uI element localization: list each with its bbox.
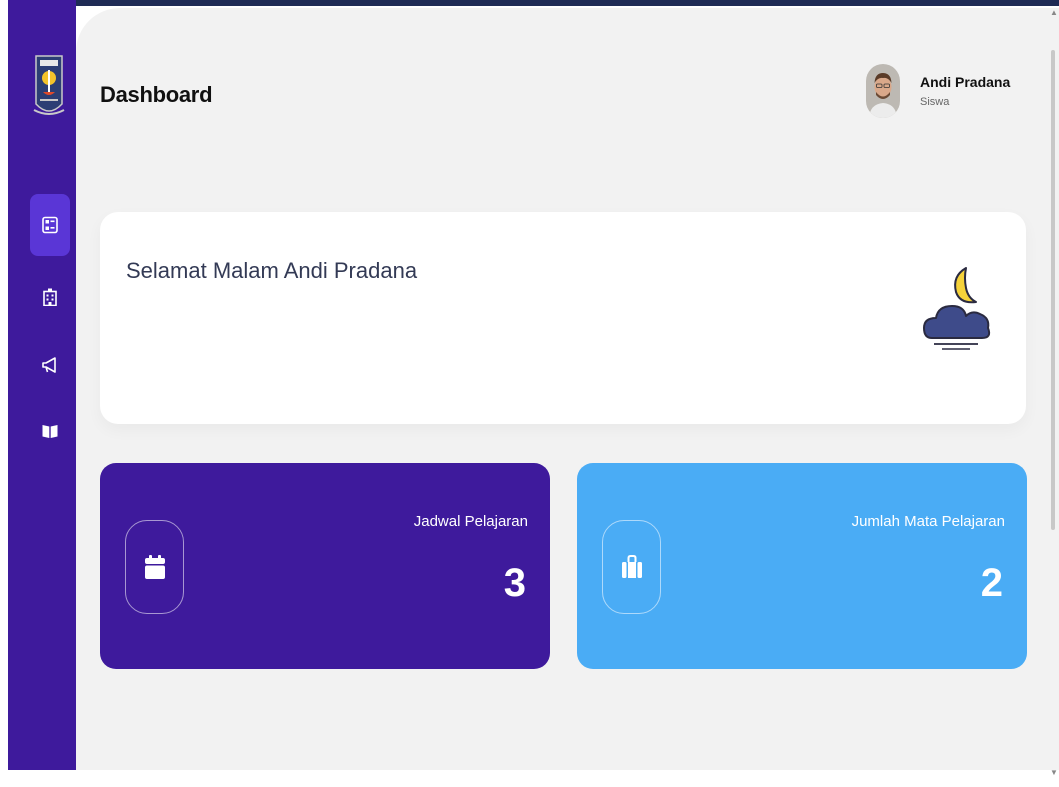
sidebar xyxy=(8,0,76,770)
sidebar-item-dashboard[interactable] xyxy=(30,194,70,256)
stat-icon-box xyxy=(602,520,661,614)
moon-cloud-icon xyxy=(922,264,994,354)
user-name: Andi Pradana xyxy=(920,74,1011,90)
scroll-up-icon[interactable]: ▲ xyxy=(1050,8,1058,17)
bottom-strip xyxy=(8,770,1059,787)
stat-icon-box xyxy=(125,520,184,614)
scrollbar-thumb[interactable] xyxy=(1051,50,1055,530)
stat-value: 2 xyxy=(980,561,1003,605)
greeting-card: Selamat Malam Andi Pradana xyxy=(100,212,1026,424)
stat-label: Jumlah Mata Pelajaran xyxy=(851,513,1005,530)
dashboard-icon xyxy=(42,216,58,234)
scroll-down-icon[interactable]: ▼ xyxy=(1050,768,1058,777)
sidebar-item-building[interactable] xyxy=(30,266,70,328)
user-profile[interactable]: Andi Pradana Siswa xyxy=(866,64,1010,118)
stat-label: Jadwal Pelajaran xyxy=(413,513,528,530)
stat-card-schedule[interactable]: Jadwal Pelajaran 3 xyxy=(100,463,550,669)
page-title: Dashboard xyxy=(100,82,213,107)
calendar-icon xyxy=(144,555,165,579)
avatar[interactable] xyxy=(866,64,900,118)
stat-value: 3 xyxy=(503,561,526,605)
sidebar-item-library[interactable] xyxy=(30,400,70,462)
stat-card-subjects[interactable]: Jumlah Mata Pelajaran 2 xyxy=(577,463,1027,669)
megaphone-icon xyxy=(42,357,56,373)
greeting-text: Selamat Malam Andi Pradana xyxy=(126,258,418,283)
book-icon xyxy=(42,425,58,438)
building-icon xyxy=(43,288,57,306)
window-top-edge xyxy=(70,0,1059,6)
user-role: Siswa xyxy=(920,96,950,108)
briefcase-icon xyxy=(621,555,642,578)
sidebar-item-announcement[interactable] xyxy=(30,334,70,396)
school-logo xyxy=(32,52,66,122)
